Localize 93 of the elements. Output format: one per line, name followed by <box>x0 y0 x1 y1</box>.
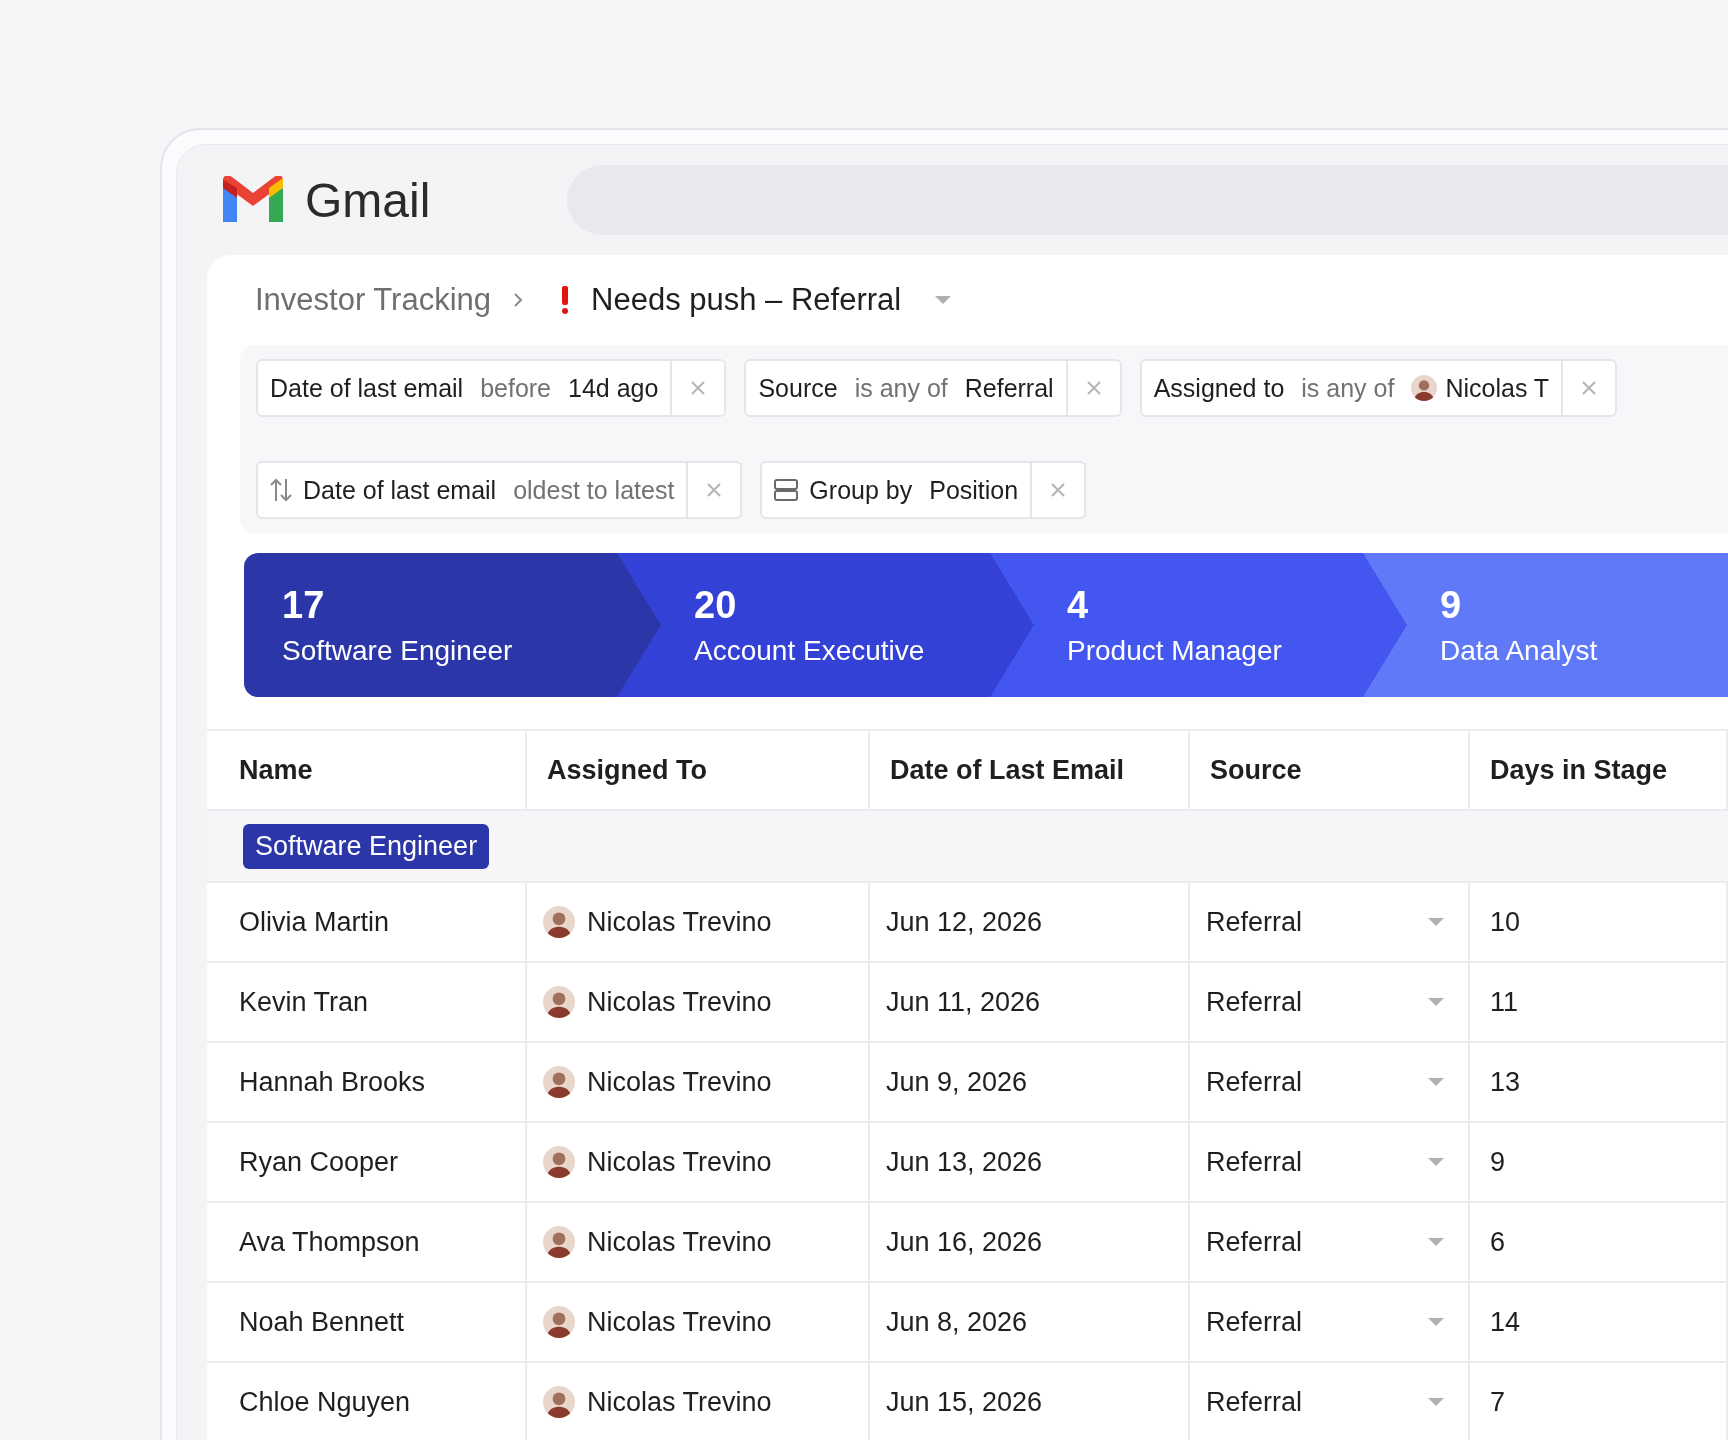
pipeline-stage[interactable]: 17 Software Engineer <box>244 553 617 697</box>
rows-icon <box>774 479 799 501</box>
option-field: Date of last email <box>303 475 497 505</box>
table-cell: 11 <box>1470 963 1728 1043</box>
option-field: Group by <box>809 475 913 505</box>
source-dropdown[interactable]: Referral <box>1190 1363 1470 1440</box>
caret-icon <box>1428 918 1444 926</box>
chevron-right-icon <box>513 292 524 308</box>
stage-count: 4 <box>1067 583 1090 627</box>
close-icon <box>690 380 707 396</box>
close-icon <box>1050 482 1067 498</box>
table-cell: 10 <box>1470 883 1728 963</box>
table-cell: 9 <box>1470 1123 1728 1203</box>
close-icon <box>1581 380 1598 396</box>
table-cell: Jun 15, 2026 <box>870 1363 1190 1440</box>
table-cell: 14 <box>1470 1283 1728 1363</box>
table-cell: Ryan Cooper <box>207 1123 527 1203</box>
pipeline-stage[interactable]: 9 Data Analyst <box>1363 553 1728 697</box>
breadcrumb-link[interactable]: Investor Tracking <box>255 282 492 318</box>
stage-count: 17 <box>282 583 326 627</box>
assignee-name: Nicolas Trevino <box>587 1066 772 1098</box>
filter-operator: is any of <box>854 373 948 403</box>
assignee-name: Nicolas Trevino <box>587 1306 772 1338</box>
table-cell: Jun 11, 2026 <box>870 963 1190 1043</box>
close-icon <box>1085 380 1102 396</box>
table-cell: Chloe Nguyen <box>207 1363 527 1440</box>
close-icon <box>706 482 723 498</box>
table-cell: 13 <box>1470 1043 1728 1123</box>
avatar <box>543 1066 575 1098</box>
table-cell: Kevin Tran <box>207 963 527 1043</box>
source-dropdown[interactable]: Referral <box>1190 1203 1470 1283</box>
option-value: Position <box>929 475 1019 505</box>
filter-field: Source <box>758 373 838 403</box>
stage-label: Data Analyst <box>1440 634 1599 667</box>
filter-value: Referral <box>964 373 1054 403</box>
caret-icon <box>935 296 952 304</box>
pipeline-stage[interactable]: 20 Account Executive <box>617 553 990 697</box>
filter-field: Assigned to <box>1153 373 1285 403</box>
filter-value: 14d ago <box>568 373 659 403</box>
source-dropdown[interactable]: Referral <box>1190 883 1470 963</box>
stage-count: 20 <box>694 583 738 627</box>
filter-chip[interactable]: Date of last email before 14d ago <box>256 359 727 417</box>
filter-operator: before <box>480 373 552 403</box>
group-chip[interactable]: Group by Position <box>760 461 1087 519</box>
stage-label: Software Engineer <box>282 634 514 667</box>
avatar <box>543 906 575 938</box>
filter-chip[interactable]: Assigned to is any of Nicolas T <box>1139 359 1618 417</box>
table-cell: Olivia Martin <box>207 883 527 963</box>
table-cell: Ava Thompson <box>207 1203 527 1283</box>
caret-icon <box>1428 998 1444 1006</box>
filter-field: Date of last email <box>270 373 464 403</box>
avatar <box>543 1226 575 1258</box>
stage-label: Account Executive <box>694 634 926 667</box>
table-cell: Jun 8, 2026 <box>870 1283 1190 1363</box>
sort-icon <box>270 477 292 503</box>
caret-icon <box>1428 1078 1444 1086</box>
caret-icon <box>1428 1238 1444 1246</box>
caret-icon <box>1428 1158 1444 1166</box>
logo-text: Gmail <box>305 172 432 228</box>
avatar <box>543 1146 575 1178</box>
table-cell: Noah Bennett <box>207 1283 527 1363</box>
table-cell: 7 <box>1470 1363 1728 1440</box>
sort-chip[interactable]: Date of last email oldest to latest <box>256 461 743 519</box>
table-cell: Jun 13, 2026 <box>870 1123 1190 1203</box>
table-cell: 6 <box>1470 1203 1728 1283</box>
mail-logo-icon <box>223 176 283 224</box>
avatar <box>543 1386 575 1418</box>
view-title: Needs push – Referral <box>591 282 902 318</box>
table-cell: Jun 9, 2026 <box>870 1043 1190 1123</box>
avatar <box>543 1306 575 1338</box>
source-dropdown[interactable]: Referral <box>1190 1283 1470 1363</box>
source-dropdown[interactable]: Referral <box>1190 963 1470 1043</box>
assignee-name: Nicolas Trevino <box>587 986 772 1018</box>
filter-value: Nicolas T <box>1445 373 1550 403</box>
option-operator: oldest to latest <box>513 475 675 505</box>
assignee-name: Nicolas Trevino <box>587 1226 772 1258</box>
stage-count: 9 <box>1440 583 1463 627</box>
assignee-name: Nicolas Trevino <box>587 1146 772 1178</box>
table-cell: Jun 12, 2026 <box>870 883 1190 963</box>
pipeline-stage[interactable]: 4 Product Manager <box>990 553 1363 697</box>
group-tag: Software Engineer <box>243 823 490 869</box>
filter-operator: is any of <box>1301 373 1395 403</box>
table-cell: Hannah Brooks <box>207 1043 527 1123</box>
caret-icon <box>1428 1318 1444 1326</box>
filter-chip[interactable]: Source is any of Referral <box>744 359 1122 417</box>
assignee-name: Nicolas Trevino <box>587 1386 772 1418</box>
source-dropdown[interactable]: Referral <box>1190 1043 1470 1123</box>
avatar <box>543 986 575 1018</box>
caret-icon <box>1428 1398 1444 1406</box>
source-dropdown[interactable]: Referral <box>1190 1123 1470 1203</box>
assignee-name: Nicolas Trevino <box>587 906 772 938</box>
stage-label: Product Manager <box>1067 634 1283 667</box>
table-cell: Jun 16, 2026 <box>870 1203 1190 1283</box>
